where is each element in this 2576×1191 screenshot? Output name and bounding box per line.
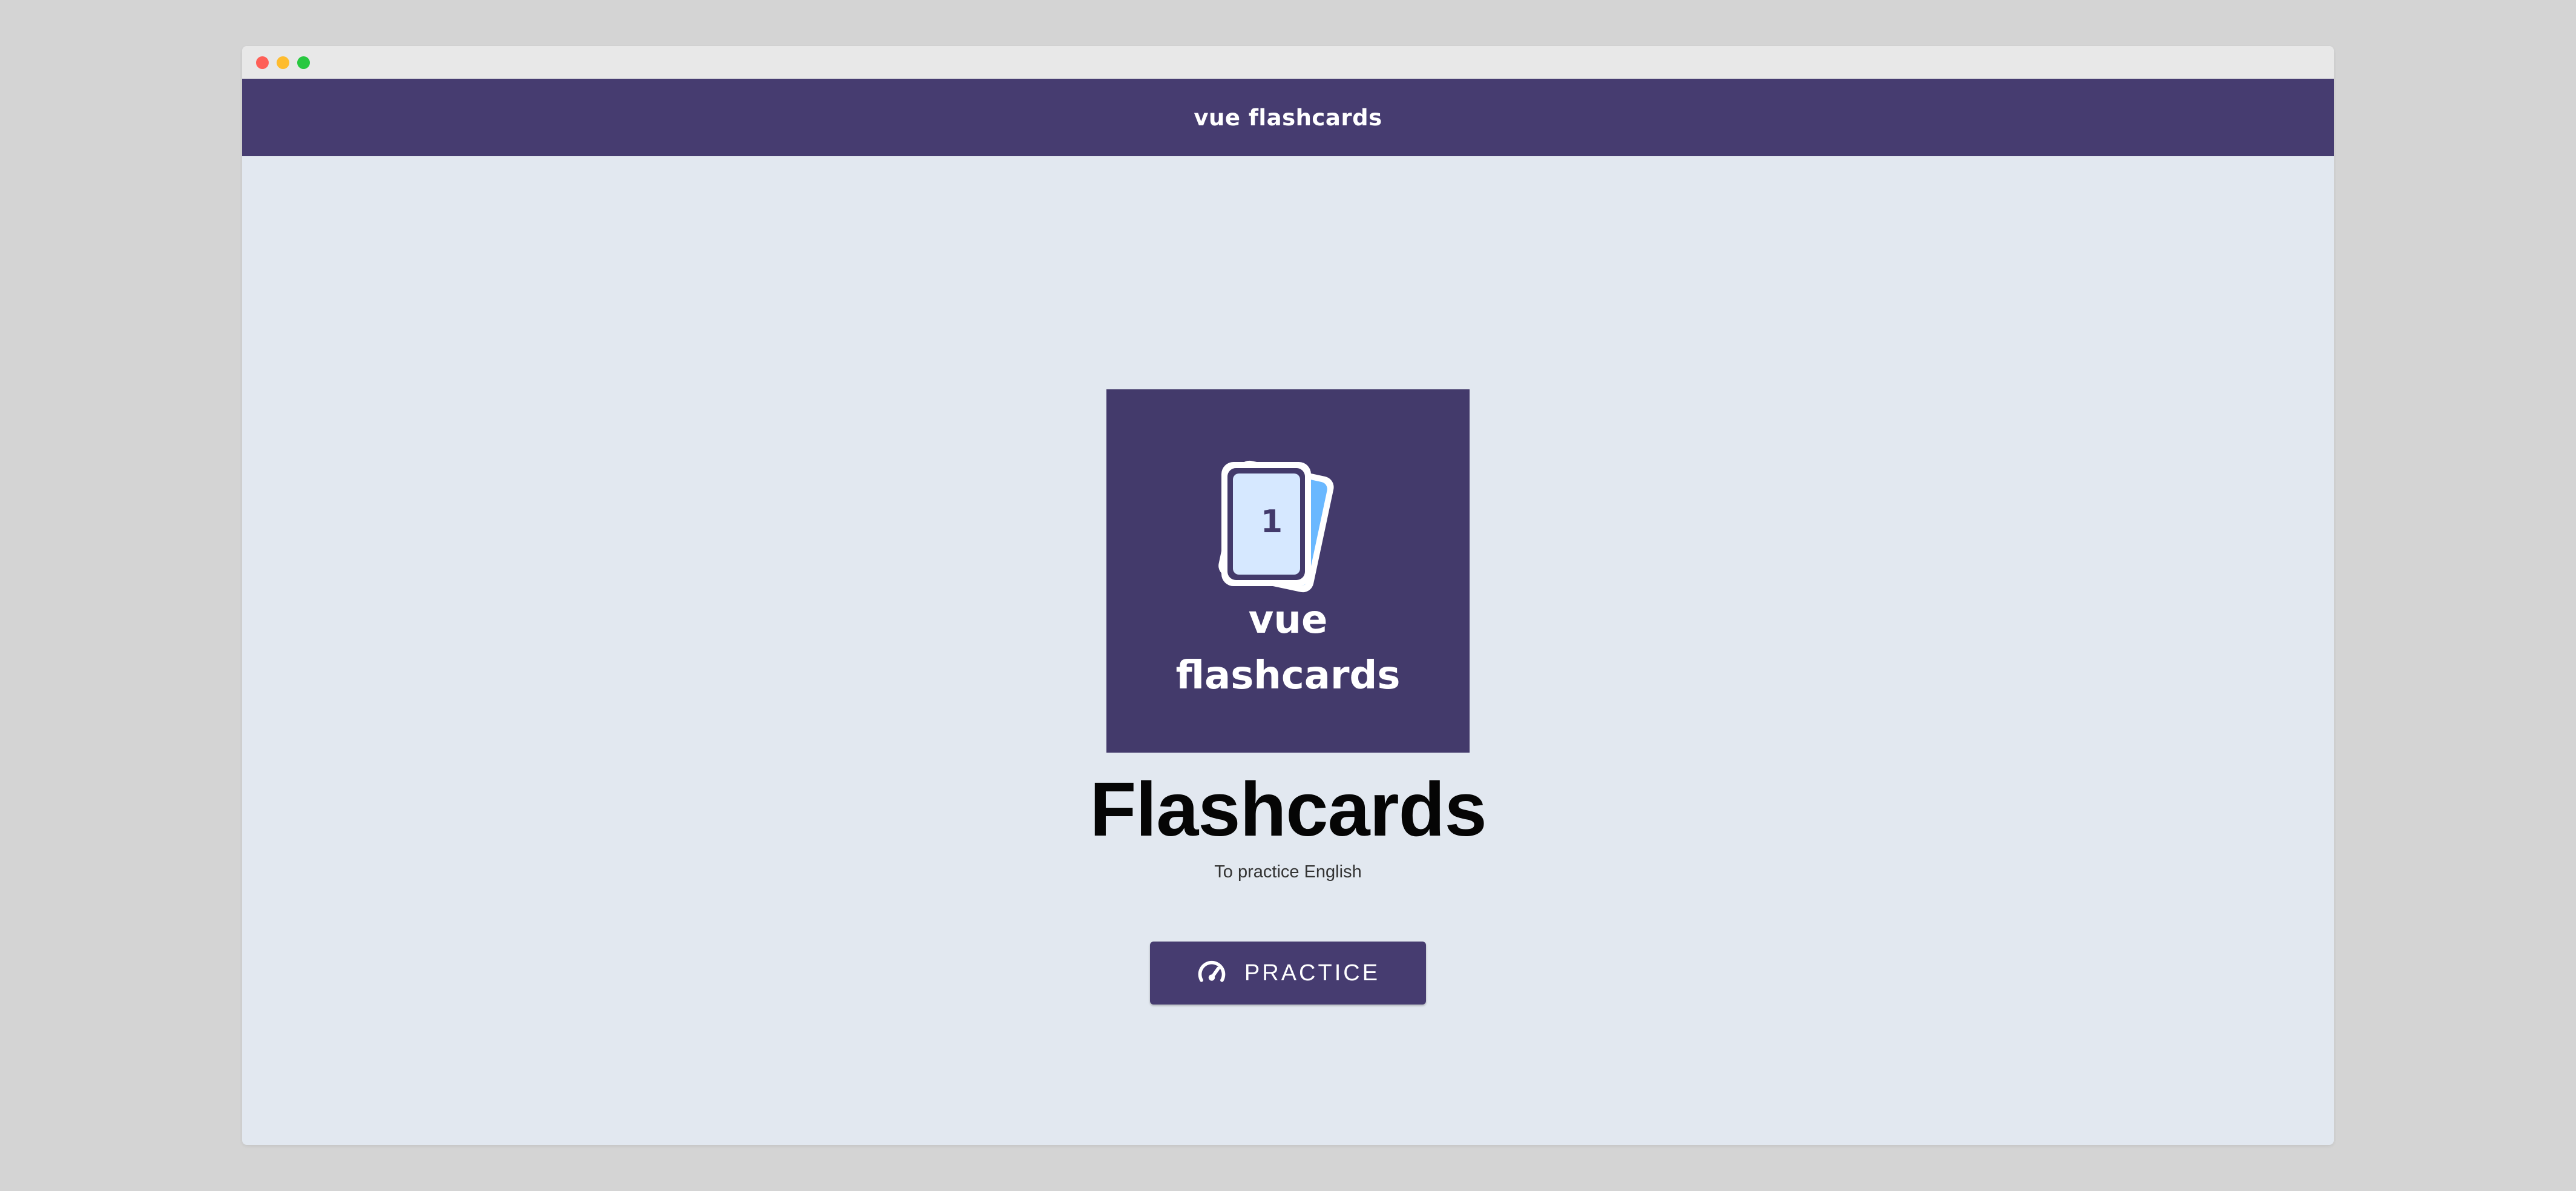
window-titlebar <box>242 46 2334 79</box>
app-logo: 1 vue flashcards <box>1106 389 1470 753</box>
maximize-window-button[interactable] <box>297 56 310 69</box>
logo-card-number: 1 <box>1261 504 1283 540</box>
practice-button[interactable]: PRACTICE <box>1150 942 1426 1005</box>
logo-text-line2: flashcards <box>1176 653 1401 698</box>
browser-window: vue flashcards 1 vue flashcards Flashcar… <box>242 46 2334 1145</box>
practice-button-label: PRACTICE <box>1244 960 1381 986</box>
app-toolbar: vue flashcards <box>242 79 2334 156</box>
logo-text-line1: vue <box>1249 598 1328 642</box>
close-window-button[interactable] <box>256 56 269 69</box>
app-title: vue flashcards <box>1194 104 1382 131</box>
minimize-window-button[interactable] <box>277 56 289 69</box>
speedometer-icon <box>1198 960 1226 982</box>
page-subtitle: To practice English <box>1214 862 1362 882</box>
page-title: Flashcards <box>1089 767 1487 852</box>
main-content: 1 vue flashcards Flashcards To practice … <box>242 156 2334 1145</box>
flashcards-logo-icon: 1 vue flashcards <box>1106 389 1470 753</box>
